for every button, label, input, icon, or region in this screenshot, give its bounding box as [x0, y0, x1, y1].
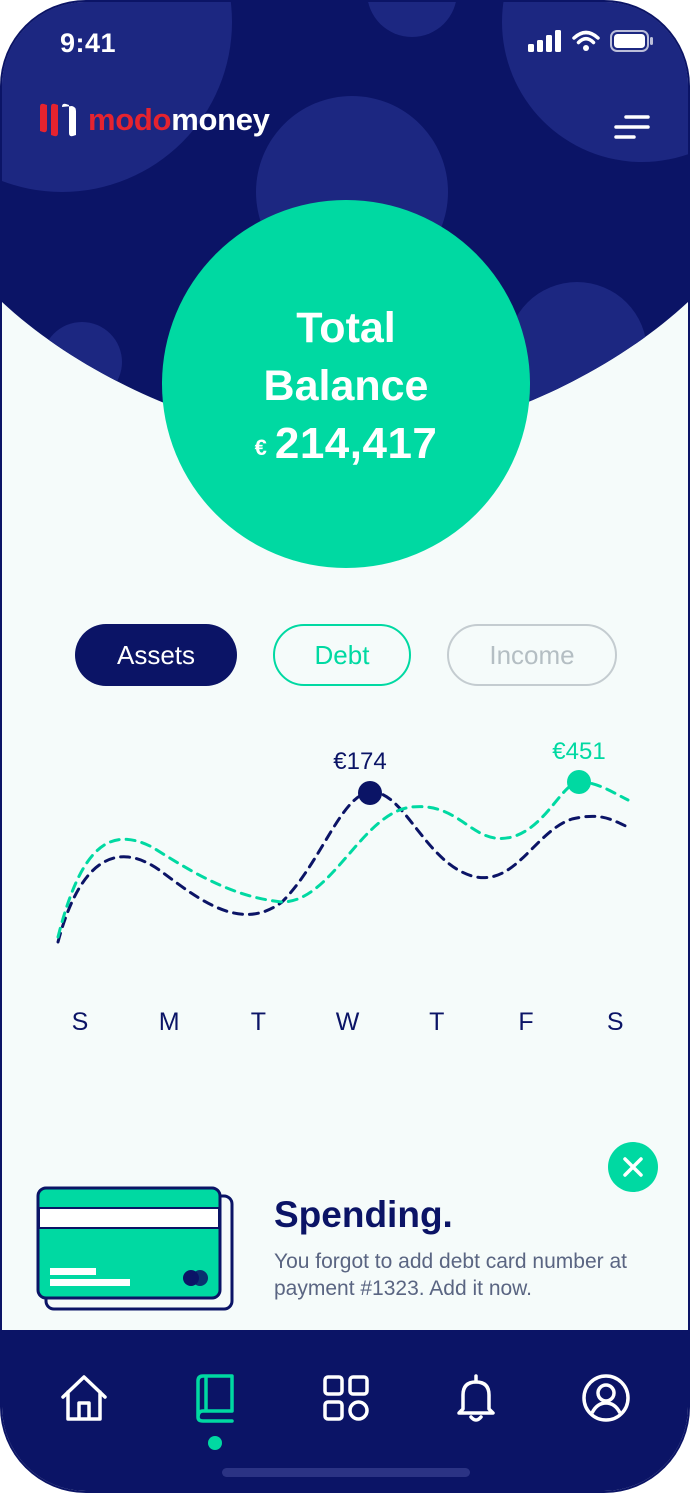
home-indicator: [222, 1468, 470, 1477]
battery-icon: [610, 30, 653, 52]
weekly-chart: €174 €451 S M T W T F S: [56, 738, 632, 1036]
point-mint: [567, 770, 591, 794]
menu-icon: [614, 115, 650, 139]
balance-currency: €: [254, 435, 267, 460]
balance-amount-row: € 214,417: [255, 419, 438, 469]
spending-title: Spending.: [274, 1194, 453, 1235]
close-icon: [623, 1157, 643, 1177]
brand-logo: modomoney: [38, 102, 270, 138]
home-icon: [61, 1375, 107, 1421]
status-time: 9:41: [60, 28, 117, 58]
bell-icon: [457, 1374, 495, 1422]
close-button[interactable]: [608, 1142, 658, 1192]
nav-home[interactable]: [54, 1368, 114, 1428]
menu-button[interactable]: [612, 112, 652, 146]
point-label-navy: €174: [333, 748, 386, 775]
status-icons: [528, 30, 654, 52]
spending-message: You forgot to add debt card number at pa…: [274, 1250, 627, 1300]
nav-book[interactable]: [185, 1368, 245, 1428]
x-axis-labels: SMTWTFS: [72, 1008, 624, 1036]
bottom-nav: [2, 1330, 688, 1491]
nav-profile[interactable]: [576, 1368, 636, 1428]
point-navy: [358, 781, 382, 805]
nav-active-indicator: [208, 1436, 222, 1450]
brand-name: modomoney: [88, 102, 270, 138]
balance-title: Total Balance: [263, 304, 429, 410]
x-tick-label: T: [251, 1008, 266, 1036]
tab-debt[interactable]: Debt: [273, 624, 411, 686]
x-tick-label: S: [607, 1008, 624, 1036]
status-bar: 9:41: [2, 2, 688, 82]
tab-assets[interactable]: Assets: [75, 624, 237, 686]
x-tick-label: S: [72, 1008, 89, 1036]
balance-amount: 214,417: [274, 419, 438, 468]
tab-income[interactable]: Income: [447, 624, 617, 686]
phone-screen: 9:41 modomoney Total Balance € 214,417 A…: [2, 2, 688, 1491]
debit-card-illustration: [36, 1186, 234, 1311]
x-tick-label: F: [518, 1008, 533, 1036]
grid-icon: [323, 1375, 369, 1421]
x-tick-label: W: [336, 1008, 360, 1036]
nav-apps[interactable]: [316, 1368, 376, 1428]
x-tick-label: M: [159, 1008, 180, 1036]
wifi-icon: [572, 30, 600, 51]
profile-icon: [582, 1374, 630, 1422]
logo-mark-icon: [40, 103, 76, 137]
total-balance-card: Total Balance € 214,417: [162, 200, 530, 568]
brand-modo: modo: [88, 102, 172, 137]
book-icon: [196, 1374, 234, 1423]
x-tick-label: T: [429, 1008, 444, 1036]
brand-money: money: [171, 102, 270, 137]
nav-notifications[interactable]: [446, 1368, 506, 1428]
signal-icon: [528, 30, 561, 52]
point-label-mint: €451: [552, 738, 605, 765]
